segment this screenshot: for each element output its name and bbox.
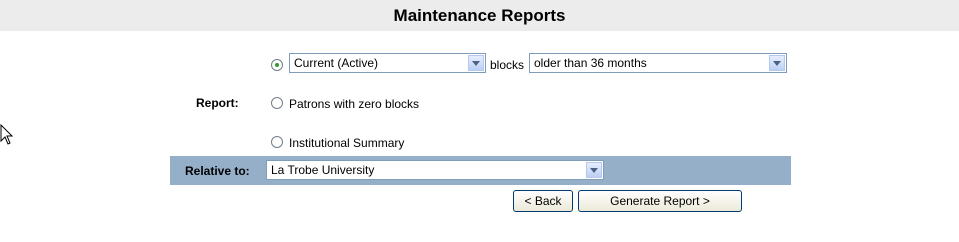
zero-blocks-label[interactable]: Patrons with zero blocks	[289, 97, 419, 111]
radio-current-active[interactable]	[271, 59, 283, 71]
status-select-value: Current (Active)	[294, 56, 379, 70]
blocks-text: blocks	[490, 58, 525, 72]
chevron-down-icon[interactable]	[586, 162, 602, 178]
title-bar: Maintenance Reports	[0, 0, 959, 31]
radio-institutional-summary[interactable]	[271, 136, 283, 148]
age-select[interactable]: older than 36 months	[529, 53, 787, 73]
generate-report-button[interactable]: Generate Report >	[578, 190, 742, 212]
page-title: Maintenance Reports	[393, 5, 566, 25]
back-button[interactable]: < Back	[513, 190, 573, 212]
mouse-cursor-icon	[0, 123, 14, 151]
institutional-summary-label[interactable]: Institutional Summary	[289, 136, 404, 150]
report-label: Report:	[196, 96, 239, 110]
institution-select[interactable]: La Trobe University	[266, 160, 604, 180]
relative-to-label: Relative to:	[185, 164, 250, 178]
chevron-down-icon[interactable]	[769, 55, 785, 71]
chevron-down-icon[interactable]	[468, 55, 484, 71]
status-select[interactable]: Current (Active)	[289, 53, 486, 73]
institution-select-value: La Trobe University	[271, 163, 375, 177]
age-select-value: older than 36 months	[534, 56, 647, 70]
radio-zero-blocks[interactable]	[271, 97, 283, 109]
